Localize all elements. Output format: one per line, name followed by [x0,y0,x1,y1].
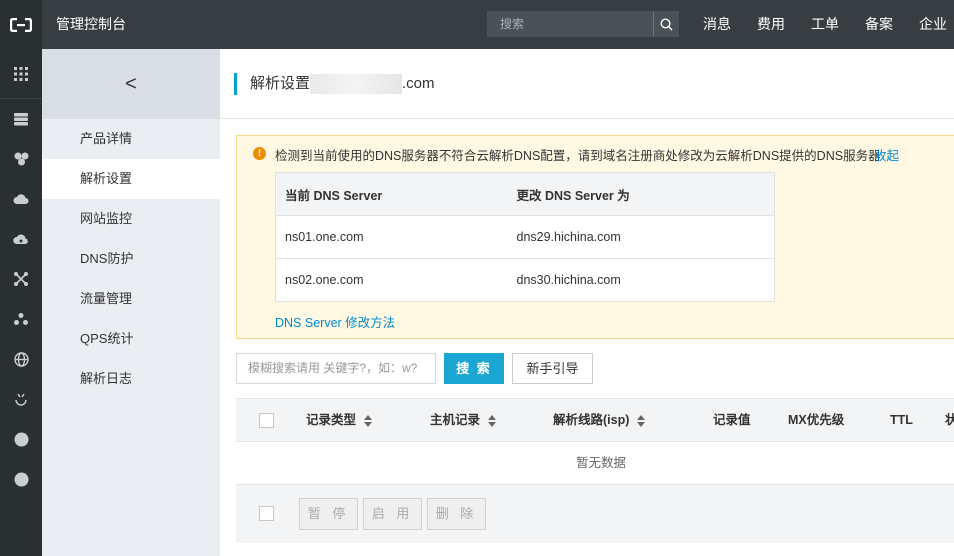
empty-state-row: 暂无数据 [236,442,954,485]
circle-icon[interactable] [0,459,42,499]
table-row: ns02.one.com dns30.hichina.com [275,258,775,302]
cloud-speed-icon[interactable] [0,219,42,259]
table-header-row: 当前 DNS Server 更改 DNS Server 为 [275,172,775,216]
server-icon[interactable] [0,99,42,139]
top-nav: 消息 费用 工单 备案 企业 [690,0,954,49]
nav-icp-filing[interactable]: 备案 [852,0,906,49]
enable-button[interactable]: 启 用 [363,498,422,530]
select-all-checkbox[interactable] [259,413,274,428]
dns-change-help-link[interactable]: DNS Server 修改方法 [275,312,395,331]
sidebar-item-product-details[interactable]: 产品详情 [42,119,220,159]
beginner-guide-button[interactable]: 新手引导 [512,353,593,384]
sidebar-item-qps-stats[interactable]: QPS统计 [42,319,220,359]
record-search-input[interactable]: 模糊搜索请用 关键字?，如：w? [236,353,436,384]
sidebar-item-site-monitor[interactable]: 网站监控 [42,199,220,239]
search-button[interactable]: 搜 索 [444,353,504,384]
column-record-type[interactable]: 记录类型 [306,399,373,441]
main-content: 解析设置 .com ! 检测到当前使用的DNS服务器不符合云解析DNS配置，请到… [220,49,954,556]
warning-icon: ! [253,147,266,160]
redacted-domain [310,74,402,94]
select-all-bottom-checkbox[interactable] [259,506,274,521]
dns-warning-notice: ! 检测到当前使用的DNS服务器不符合云解析DNS配置，请到域名注册商处修改为云… [236,135,954,339]
pause-button[interactable]: 暂 停 [299,498,358,530]
console-title[interactable]: 管理控制台 [56,0,126,49]
dns-server-table: 当前 DNS Server 更改 DNS Server 为 ns01.one.c… [275,172,775,302]
dns-sidebar: < 产品详情 解析设置 网站监控 DNS防护 流量管理 QPS统计 解析日志 [42,49,220,556]
nav-messages[interactable]: 消息 [690,0,744,49]
column-record-value: 记录值 [713,413,751,427]
column-resolution-line[interactable]: 解析线路(isp) [553,399,646,441]
apps-grid-icon[interactable] [0,54,42,94]
notice-message: 检测到当前使用的DNS服务器不符合云解析DNS配置，请到域名注册商处修改为云解析… [275,149,881,163]
title-accent-bar [234,73,237,95]
sort-icon[interactable] [637,414,646,428]
sidebar-item-dns-logs[interactable]: 解析日志 [42,359,220,399]
hierarchy-icon[interactable] [0,299,42,339]
nav-enterprise[interactable]: 企业 [906,0,954,49]
nav-tickets[interactable]: 工单 [798,0,852,49]
column-status: 状 [945,413,954,427]
current-dns-cell: ns01.one.com [275,215,508,259]
records-table-header: 记录类型 主机记录 解析线路(isp) 记录值 MX优先级 TTL 状 [236,398,954,442]
network-nodes-icon[interactable] [0,259,42,299]
column-new-dns: 更改 DNS Server 为 [507,172,775,216]
top-bar: 管理控制台 搜索 消息 费用 工单 备案 企业 [0,0,954,49]
sidebar-item-dns-protection[interactable]: DNS防护 [42,239,220,279]
page-title: 解析设置 [250,75,311,92]
sidebar-item-traffic-management[interactable]: 流量管理 [42,279,220,319]
column-mx-priority: MX优先级 [788,413,845,427]
aliyun-logo-icon[interactable] [0,0,42,49]
column-ttl: TTL [890,413,913,427]
delete-button[interactable]: 删 除 [427,498,486,530]
monitor-icon[interactable] [0,379,42,419]
global-search-input[interactable]: 搜索 [487,11,653,37]
nav-billing[interactable]: 费用 [744,0,798,49]
search-icon[interactable] [653,11,679,37]
column-current-dns: 当前 DNS Server [275,172,508,216]
globe-icon[interactable] [0,339,42,379]
product-rail [0,49,42,556]
current-dns-cell: ns02.one.com [275,258,508,302]
page-header: 解析设置 .com [220,49,954,119]
sort-icon[interactable] [488,414,497,428]
sort-icon[interactable] [364,414,373,428]
table-row: ns01.one.com dns29.hichina.com [275,215,775,259]
new-dns-cell: dns29.hichina.com [507,215,775,259]
domain-suffix: .com [402,75,435,92]
cloud-database-icon[interactable] [0,179,42,219]
cluster-icon[interactable] [0,139,42,179]
batch-actions-bar: 暂 停 启 用 删 除 [236,485,954,543]
collapse-link[interactable]: 收起 [874,145,899,164]
back-button[interactable]: < [42,49,220,119]
new-dns-cell: dns30.hichina.com [507,258,775,302]
column-host-record[interactable]: 主机记录 [430,399,497,441]
sidebar-item-dns-settings[interactable]: 解析设置 [42,159,220,199]
circle-icon[interactable] [0,419,42,459]
